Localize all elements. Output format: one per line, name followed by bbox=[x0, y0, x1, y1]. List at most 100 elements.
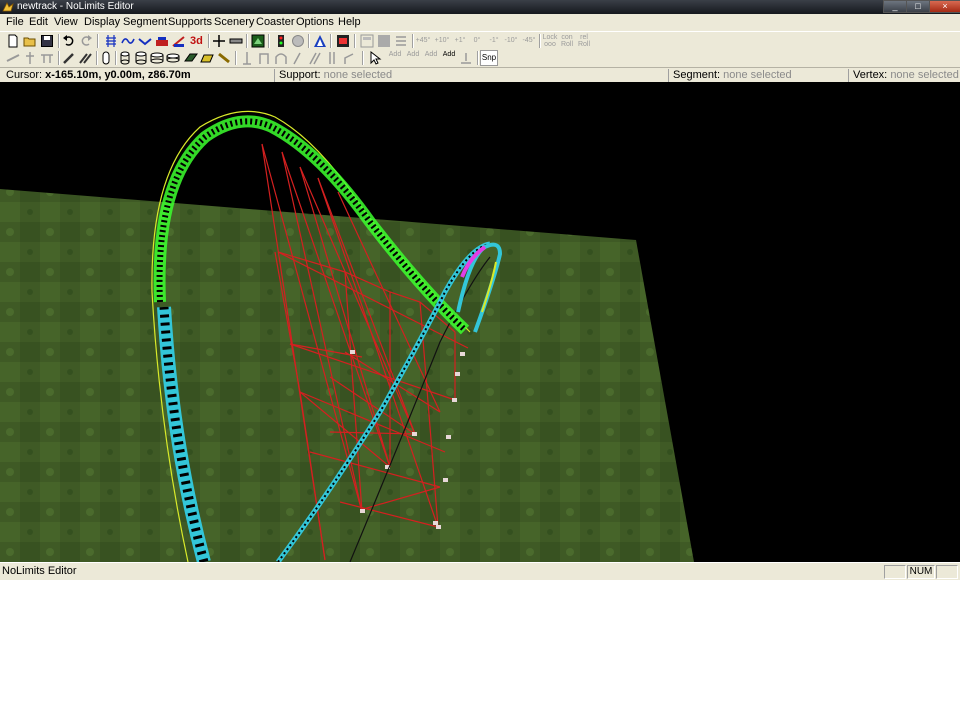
toolbar-separator bbox=[362, 51, 364, 65]
select-pointer-icon[interactable] bbox=[368, 51, 382, 65]
toolbar-separator bbox=[235, 51, 237, 65]
menu-view[interactable]: View bbox=[54, 16, 78, 28]
vertex-label: Vertex: bbox=[853, 69, 888, 81]
slant-disabled-icon[interactable] bbox=[291, 51, 305, 65]
toolbar-separator bbox=[58, 51, 60, 65]
toolbar-separator bbox=[208, 34, 210, 48]
bent-disabled-icon[interactable] bbox=[342, 51, 356, 65]
traffic-light-icon[interactable] bbox=[274, 34, 288, 48]
pencil-icon[interactable] bbox=[62, 51, 76, 65]
main-toolbar: 3d +45° +10° +1° 0° -1° -10° -45° Lock o… bbox=[0, 31, 960, 50]
undo-icon[interactable] bbox=[62, 34, 76, 48]
roll-plus10-button[interactable]: +10° bbox=[433, 37, 451, 44]
lock-roll-button[interactable]: Lock ooo bbox=[541, 34, 559, 48]
grid-track-icon[interactable] bbox=[104, 34, 118, 48]
double-pencil-icon[interactable] bbox=[79, 51, 93, 65]
footer-disabled-icon[interactable] bbox=[459, 51, 473, 65]
footer-plate-icon[interactable] bbox=[184, 51, 198, 65]
3d-view-button[interactable]: 3d bbox=[190, 34, 204, 48]
slant-two-disabled-icon[interactable] bbox=[308, 51, 322, 65]
yellow-block-icon[interactable] bbox=[200, 51, 214, 65]
roll-minus10-button[interactable]: -10° bbox=[502, 37, 520, 44]
column-disabled-icon[interactable] bbox=[325, 51, 339, 65]
save-icon[interactable] bbox=[40, 34, 54, 48]
title-bar[interactable]: newtrack - NoLimits Editor _ □ × bbox=[0, 0, 960, 14]
menu-file[interactable]: File bbox=[6, 16, 24, 28]
dip-track-icon[interactable] bbox=[138, 34, 152, 48]
toolbar-separator bbox=[477, 51, 479, 65]
post-disabled-icon[interactable] bbox=[240, 51, 254, 65]
toolbar-separator bbox=[96, 51, 98, 65]
num-lock-indicator: NUM bbox=[907, 565, 935, 579]
add-vertex-icon[interactable] bbox=[212, 34, 226, 48]
redo-icon[interactable] bbox=[79, 34, 93, 48]
disabled-circle-icon[interactable] bbox=[291, 34, 305, 48]
cursor-value: x-165.10m, y0.00m, z86.70m bbox=[45, 69, 191, 81]
connector-icon[interactable] bbox=[217, 51, 231, 65]
cylinder-flat-icon[interactable] bbox=[166, 51, 180, 65]
coaster-triangle-icon[interactable] bbox=[313, 34, 327, 48]
toolbar-separator bbox=[115, 51, 117, 65]
scenery-icon[interactable] bbox=[251, 34, 265, 48]
status-bar: NoLimits Editor NUM bbox=[0, 562, 960, 579]
rel-roll-button[interactable]: rel Roll bbox=[575, 34, 593, 48]
support-tool-icon[interactable] bbox=[6, 51, 20, 65]
support-post-icon[interactable] bbox=[23, 51, 37, 65]
maximize-button[interactable]: □ bbox=[906, 0, 930, 13]
support-label: Support: bbox=[279, 69, 321, 81]
cursor-label: Cursor: bbox=[6, 69, 43, 81]
roll-plus45-button[interactable]: +45° bbox=[414, 37, 432, 44]
coaster-car-icon[interactable] bbox=[336, 34, 350, 48]
cylinder-wide-icon[interactable] bbox=[150, 51, 164, 65]
status-text: NoLimits Editor bbox=[2, 565, 77, 577]
add-node-button[interactable]: Add bbox=[422, 51, 440, 58]
menu-scenery[interactable]: Scenery bbox=[214, 16, 254, 28]
editor-window: newtrack - NoLimits Editor _ □ × File Ed… bbox=[0, 0, 960, 580]
menu-display[interactable]: Display bbox=[84, 16, 120, 28]
status-pane-empty bbox=[936, 565, 958, 579]
toolbar-separator bbox=[308, 34, 310, 48]
new-file-icon[interactable] bbox=[6, 34, 20, 48]
3d-viewport[interactable] bbox=[0, 82, 960, 562]
capsule-icon[interactable] bbox=[99, 51, 113, 65]
menu-bar: File Edit View Display Segment Supports … bbox=[0, 14, 960, 30]
menu-options[interactable]: Options bbox=[296, 16, 334, 28]
add-branch-button[interactable]: Add bbox=[404, 51, 422, 58]
align-disabled-icon[interactable] bbox=[394, 34, 408, 48]
snap-toggle-button[interactable]: Snp bbox=[480, 50, 498, 66]
menu-help[interactable]: Help bbox=[338, 16, 361, 28]
cylinder-icon[interactable] bbox=[134, 51, 148, 65]
roll-plus1-button[interactable]: +1° bbox=[451, 37, 469, 44]
frame-disabled-icon[interactable] bbox=[257, 51, 271, 65]
menu-edit[interactable]: Edit bbox=[29, 16, 48, 28]
minimize-button[interactable]: _ bbox=[883, 0, 907, 13]
arch-disabled-icon[interactable] bbox=[274, 51, 288, 65]
remove-vertex-icon[interactable] bbox=[229, 34, 243, 48]
add-connector-button[interactable]: Add bbox=[386, 51, 404, 58]
add-footer-button[interactable]: Add bbox=[440, 51, 458, 58]
toolbar-separator bbox=[97, 34, 99, 48]
cylinder-small-icon[interactable] bbox=[118, 51, 132, 65]
block-disabled-icon[interactable] bbox=[377, 34, 391, 48]
open-folder-icon[interactable] bbox=[23, 34, 37, 48]
curve-track-icon[interactable] bbox=[121, 34, 135, 48]
info-bar: Cursor: x-165.10m, y0.00m, z86.70m Suppo… bbox=[0, 67, 960, 83]
roll-minus45-button[interactable]: -45° bbox=[520, 37, 538, 44]
roll-zero-button[interactable]: 0° bbox=[468, 37, 486, 44]
menu-segment[interactable]: Segment bbox=[123, 16, 167, 28]
segment-label: Segment: bbox=[673, 69, 721, 81]
cursor-field: Cursor: x-165.10m, y0.00m, z86.70m bbox=[2, 69, 191, 82]
menu-supports[interactable]: Supports bbox=[168, 16, 212, 28]
support-field: Support: none selected bbox=[274, 69, 392, 82]
toolbar-separator bbox=[246, 34, 248, 48]
support-beam-icon[interactable] bbox=[40, 51, 54, 65]
station-icon[interactable] bbox=[155, 34, 169, 48]
roll-minus1-button[interactable]: -1° bbox=[485, 37, 503, 44]
toolbar-separator bbox=[354, 34, 356, 48]
close-button[interactable]: × bbox=[929, 0, 960, 13]
segment-value: none selected bbox=[723, 69, 792, 81]
con-roll-button[interactable]: con Roll bbox=[558, 34, 576, 48]
panel-disabled-icon[interactable] bbox=[360, 34, 374, 48]
menu-coaster[interactable]: Coaster bbox=[256, 16, 295, 28]
lift-icon[interactable] bbox=[172, 34, 186, 48]
